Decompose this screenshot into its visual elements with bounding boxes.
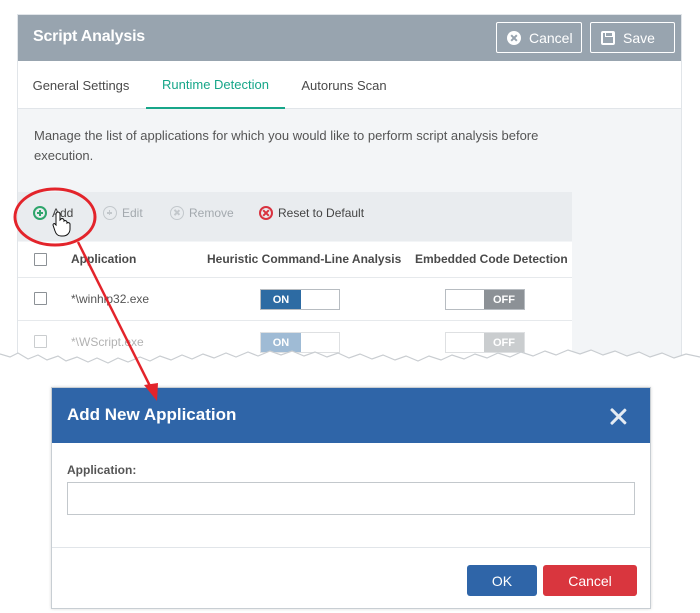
tab-autoruns-scan[interactable]: Autoruns Scan: [286, 61, 402, 109]
tab-bar: General Settings Runtime Detection Autor…: [18, 61, 681, 109]
cancel-button-label: Cancel: [529, 29, 573, 46]
remove-label: Remove: [189, 206, 234, 220]
edit-plus-icon: [103, 206, 117, 220]
heuristic-toggle[interactable]: ON: [260, 289, 340, 310]
reset-label: Reset to Default: [278, 206, 365, 220]
description-text: Manage the list of applications for whic…: [34, 128, 539, 163]
tab-general-settings[interactable]: General Settings: [18, 61, 144, 109]
table-row[interactable]: *\winhlp32.exe ON OFF: [18, 278, 572, 321]
screenshot-stage: Script Analysis Cancel Save General Sett…: [0, 0, 700, 613]
edit-label: Edit: [122, 206, 143, 220]
edit-button[interactable]: Edit: [103, 206, 143, 220]
remove-x-icon: [170, 206, 184, 220]
panel-header: Script Analysis Cancel Save: [18, 15, 681, 61]
add-label: Add: [52, 206, 74, 220]
save-button[interactable]: Save: [590, 22, 675, 53]
save-button-label: Save: [623, 29, 655, 46]
toggle-off-label: OFF: [484, 290, 524, 309]
script-analysis-panel: Script Analysis Cancel Save General Sett…: [17, 14, 682, 374]
torn-edge-divider: [0, 349, 700, 380]
add-button[interactable]: Add: [33, 206, 73, 220]
column-header-application[interactable]: Application: [71, 252, 136, 266]
dialog-header: Add New Application: [52, 388, 650, 443]
close-icon[interactable]: [609, 407, 627, 425]
application-input[interactable]: [67, 482, 635, 515]
reset-x-icon: [259, 206, 273, 220]
add-plus-icon: [33, 206, 47, 220]
column-header-embedded[interactable]: Embedded Code Detection: [415, 252, 568, 266]
reset-to-default-button[interactable]: Reset to Default: [259, 206, 364, 220]
table-header-row: Application Heuristic Command-Line Analy…: [18, 242, 572, 278]
save-disk-icon: [601, 30, 615, 45]
remove-button[interactable]: Remove: [170, 206, 234, 220]
cancel-button[interactable]: Cancel: [496, 22, 582, 53]
cancel-circle-icon: [507, 30, 521, 45]
application-cell: *\winhlp32.exe: [71, 292, 150, 306]
column-header-heuristic[interactable]: Heuristic Command-Line Analysis: [207, 252, 401, 266]
ok-button[interactable]: OK: [467, 565, 537, 596]
panel-title: Script Analysis: [33, 28, 146, 45]
row-checkbox[interactable]: [34, 292, 47, 305]
dialog-body: Application:: [52, 443, 650, 548]
embedded-toggle[interactable]: OFF: [445, 289, 525, 310]
dialog-title: Add New Application: [67, 405, 237, 424]
toolbar: Add Edit Remove Reset to Default: [18, 192, 572, 241]
application-field-label: Application:: [67, 463, 137, 477]
add-application-dialog: Add New Application Application: OK Canc…: [51, 387, 651, 609]
dialog-cancel-button[interactable]: Cancel: [543, 565, 637, 596]
tab-runtime-detection[interactable]: Runtime Detection: [146, 61, 285, 109]
toggle-on-label: ON: [261, 290, 301, 309]
select-all-checkbox[interactable]: [34, 253, 47, 266]
